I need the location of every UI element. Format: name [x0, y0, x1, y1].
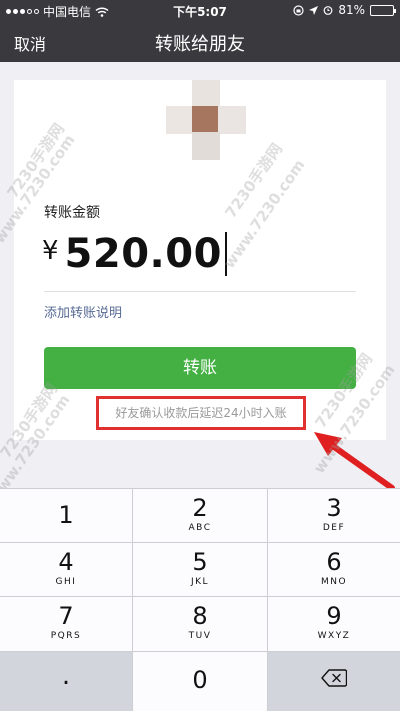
status-right: 81%	[293, 3, 396, 17]
key-digit: 2	[192, 494, 208, 522]
amount-value: 520.00	[64, 231, 222, 277]
key-digit: 6	[326, 548, 342, 576]
location-icon	[309, 5, 319, 15]
red-arrow-annotation	[314, 432, 395, 491]
text-cursor	[224, 232, 227, 276]
key-digit: 9	[326, 602, 342, 630]
key-digit: 0	[192, 666, 208, 694]
divider	[44, 291, 356, 292]
key-5[interactable]: 5 JKL	[133, 543, 267, 596]
key-1[interactable]: 1	[0, 489, 132, 542]
page-title: 转账给朋友	[155, 34, 245, 55]
orientation-lock-icon	[293, 4, 304, 16]
key-letters: DEF	[322, 523, 346, 533]
key-6[interactable]: 6 MNO	[268, 543, 400, 596]
amount-input-field[interactable]: ¥ 520.00	[42, 226, 227, 282]
key-letters: TUV	[188, 631, 212, 641]
key-digit: 1	[58, 501, 74, 529]
key-8[interactable]: 8 TUV	[133, 597, 267, 651]
delay-arrival-note: 好友确认收款后延迟24小时入账	[96, 396, 306, 430]
transfer-button[interactable]: 转账	[44, 347, 356, 389]
key-2[interactable]: 2 ABC	[133, 489, 267, 542]
key-3[interactable]: 3 DEF	[268, 489, 400, 542]
battery-percent: 81%	[338, 3, 365, 17]
currency-symbol: ¥	[42, 236, 59, 266]
add-transfer-note-link[interactable]: 添加转账说明	[44, 302, 122, 321]
numeric-keypad: 1 2 ABC 3 DEF 4 GHI 5 JKL 6 MNO 7 PQRS 8	[0, 488, 400, 711]
top-bar: 中国电信 下午5:07 81% 取消 转账给朋友	[0, 0, 400, 62]
key-digit: .	[61, 661, 71, 691]
avatar	[166, 80, 246, 160]
key-4[interactable]: 4 GHI	[0, 543, 132, 596]
key-0[interactable]: 0	[133, 652, 267, 711]
key-digit: 7	[58, 602, 74, 630]
status-bar: 中国电信 下午5:07 81%	[0, 0, 400, 20]
battery-icon	[370, 4, 396, 16]
key-digit: 5	[192, 548, 208, 576]
amount-label: 转账金额	[44, 205, 100, 221]
nav-bar: 取消 转账给朋友	[0, 20, 400, 62]
key-backspace[interactable]	[268, 652, 400, 711]
backspace-icon	[321, 669, 347, 687]
alarm-icon	[323, 6, 333, 15]
key-decimal[interactable]: .	[0, 652, 132, 711]
transfer-card: 转账金额 ¥ 520.00 添加转账说明 转账 好友确认收款后延迟24小时入账	[14, 80, 386, 440]
key-letters: PQRS	[50, 631, 82, 641]
key-9[interactable]: 9 WXYZ	[268, 597, 400, 651]
key-digit: 4	[58, 548, 74, 576]
key-digit: 3	[326, 494, 342, 522]
key-digit: 8	[192, 602, 208, 630]
key-letters: JKL	[190, 577, 210, 587]
wechat-transfer-screen: 中国电信 下午5:07 81% 取消 转账给朋友 转账金额 ¥ 520.00 添…	[0, 0, 400, 711]
key-7[interactable]: 7 PQRS	[0, 597, 132, 651]
key-letters: MNO	[320, 577, 348, 587]
key-letters: WXYZ	[317, 631, 351, 641]
key-letters: GHI	[55, 577, 77, 587]
key-letters: ABC	[188, 523, 212, 533]
